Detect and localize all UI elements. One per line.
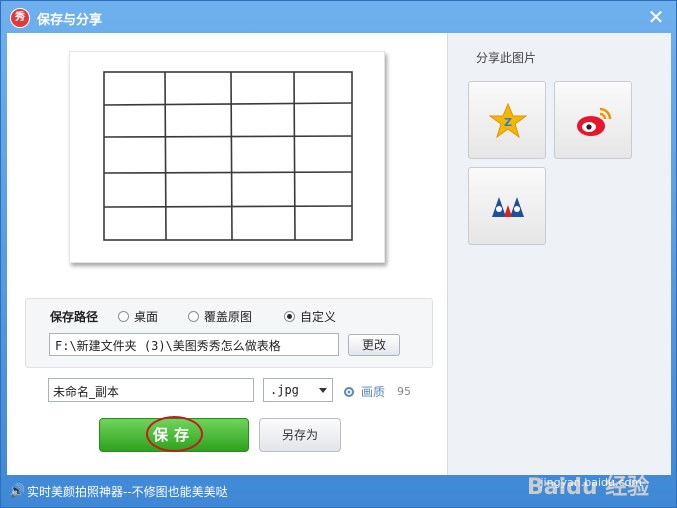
- share-panel: 分享此图片 Z: [447, 33, 671, 475]
- radio-custom-indicator: [284, 311, 295, 322]
- promo-link[interactable]: 实时美颜拍照神器--不修图也能美美哒: [27, 483, 228, 500]
- save-button[interactable]: 保存: [99, 416, 249, 452]
- save-as-button[interactable]: 另存为: [259, 418, 341, 452]
- weibo-icon: [577, 107, 612, 136]
- watermark-url: jingyan.baidu.com: [540, 476, 642, 489]
- radio-custom[interactable]: 自定义: [284, 308, 336, 325]
- radio-custom-label: 自定义: [300, 310, 337, 324]
- radio-overwrite-original[interactable]: 覆盖原图: [188, 308, 252, 325]
- dialog-title: 保存与分享: [37, 13, 103, 28]
- format-select[interactable]: .jpg: [263, 378, 333, 402]
- svg-text:Z: Z: [504, 116, 512, 129]
- dialog-content: 保存路径 桌面 覆盖原图 自定义 F:\新建文件夹 (3)\美图秀秀怎么做表格 …: [7, 33, 671, 500]
- save-share-dialog: 秀 保存与分享 ✕ 保存路径 桌面 覆盖原图 自定义 F:\新建文件夹 (3)\…: [0, 0, 677, 508]
- save-path-input[interactable]: F:\新建文件夹 (3)\美图秀秀怎么做表格: [49, 333, 339, 356]
- share-weibo-button[interactable]: [554, 81, 632, 159]
- quality-value: 95: [397, 385, 412, 398]
- radio-overwrite-indicator: [188, 311, 199, 322]
- app-logo-icon: 秀: [10, 8, 30, 28]
- renren-icon: [492, 197, 524, 217]
- share-renren-button[interactable]: [468, 167, 546, 245]
- quality-label: 画质: [361, 385, 386, 399]
- radio-desktop-label: 桌面: [134, 310, 159, 324]
- share-qzone-button[interactable]: Z: [468, 81, 546, 159]
- title-bar[interactable]: 秀 保存与分享 ✕: [1, 1, 676, 33]
- image-preview: [69, 51, 385, 263]
- share-label: 分享此图片: [476, 51, 537, 65]
- speaker-icon: 🔊: [9, 484, 26, 499]
- table-sketch-image: [103, 71, 353, 241]
- change-path-button[interactable]: 更改: [348, 334, 400, 356]
- file-name-input[interactable]: 未命名_副本: [48, 378, 254, 402]
- radio-desktop[interactable]: 桌面: [118, 308, 158, 325]
- save-path-panel: 保存路径 桌面 覆盖原图 自定义 F:\新建文件夹 (3)\美图秀秀怎么做表格 …: [25, 298, 433, 368]
- format-select-value: .jpg: [270, 383, 299, 397]
- radio-overwrite-label: 覆盖原图: [204, 310, 253, 324]
- gear-icon: [344, 386, 354, 397]
- chevron-down-icon: [319, 388, 327, 393]
- radio-desktop-indicator: [118, 311, 129, 322]
- status-bar: 🔊 实时美颜拍照神器--不修图也能美美哒 jingyan.baidu.com: [1, 476, 676, 507]
- qzone-star-icon: Z: [488, 102, 528, 139]
- quality-setting[interactable]: 画质 95: [343, 383, 411, 400]
- highlight-circle: [146, 416, 203, 452]
- close-button[interactable]: ✕: [646, 7, 666, 27]
- save-path-label: 保存路径: [50, 310, 99, 324]
